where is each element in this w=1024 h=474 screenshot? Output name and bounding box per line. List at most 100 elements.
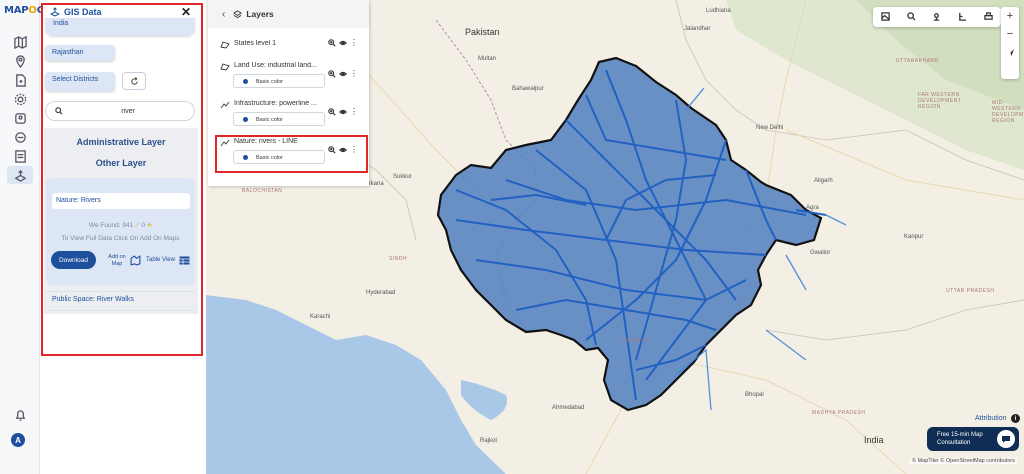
color-swatch (243, 79, 248, 84)
close-icon[interactable]: ✕ (181, 5, 191, 19)
layers-stack-icon (233, 9, 243, 18)
layer-color-picker[interactable]: Basic color (233, 74, 325, 88)
layer-name: Infrastructure: powerline ... (234, 100, 317, 107)
add-on-map-button[interactable]: Add on Map (106, 254, 128, 268)
more-options-icon[interactable]: ⋮ (350, 39, 358, 47)
color-swatch (243, 117, 248, 122)
layer-color-picker[interactable]: Basic color (233, 150, 325, 164)
print-icon[interactable] (983, 11, 993, 23)
map-icon[interactable] (11, 33, 29, 51)
other-layer-heading[interactable]: Other Layer (44, 158, 198, 168)
polygon-icon (220, 63, 230, 71)
divider (45, 310, 195, 311)
location-icon[interactable] (11, 52, 29, 70)
icon-rail: MAPOG A (0, 0, 45, 474)
search-icon (55, 107, 63, 115)
search-icon[interactable] (907, 11, 916, 23)
avatar[interactable]: A (11, 433, 25, 447)
public-space-item[interactable]: Public Space: River Walks (52, 296, 134, 303)
location-pin-icon[interactable] (932, 12, 941, 23)
layers-panel: ‹ Layers States level 1 ⋮ Land Use: indu… (208, 0, 369, 186)
color-swatch (243, 155, 248, 160)
administrative-layer-heading[interactable]: Administrative Layer (44, 137, 198, 147)
map-label-karachi: Karachi (310, 314, 331, 320)
map-label-sukkur: Sukkur (393, 174, 412, 180)
table-view-button[interactable]: Table View (146, 257, 204, 269)
map-toolbar (873, 7, 1001, 27)
layer-row[interactable]: Infrastructure: powerline ... ⋮ Basic co… (220, 99, 366, 131)
map-label-ahmedabad: Ahmedabad (552, 405, 585, 411)
line-icon (220, 139, 230, 147)
more-options-icon[interactable]: ⋮ (350, 108, 358, 116)
eye-icon[interactable] (339, 39, 347, 47)
gis-data-icon[interactable] (7, 166, 33, 184)
select-districts-button[interactable]: Select Districts (45, 72, 115, 91)
divider (45, 291, 195, 292)
zoom-to-layer-icon[interactable] (328, 70, 336, 78)
reset-button[interactable] (122, 72, 146, 90)
info-icon[interactable]: i (1011, 414, 1020, 423)
analysis-icon[interactable] (11, 128, 29, 146)
eye-icon[interactable] (339, 108, 347, 116)
layer-row[interactable]: States level 1 ⋮ (220, 39, 366, 53)
eye-icon[interactable] (339, 70, 347, 78)
map-label-gwalior: Gwalior (810, 250, 831, 256)
back-icon[interactable]: ‹ (222, 9, 225, 20)
add-file-icon[interactable] (11, 71, 29, 89)
state-chip[interactable]: Rajasthan (45, 45, 115, 61)
map-label-uttar-pradesh: UTTAR PRADESH (946, 288, 995, 294)
report-icon[interactable] (11, 147, 29, 165)
map-label-pakistan: Pakistan (465, 27, 500, 37)
download-button[interactable]: Download (51, 251, 96, 269)
measure-icon[interactable] (958, 12, 967, 23)
layer-row[interactable]: Nature: rivers - LINE ⋮ Basic color (220, 137, 366, 169)
color-label: Basic color (256, 155, 283, 161)
add-on-map-hint: To View Full Data Click On Add On Maps (61, 235, 180, 242)
zoom-to-layer-icon[interactable] (328, 39, 336, 47)
compass-icon (1006, 48, 1014, 56)
notification-icon[interactable] (11, 406, 29, 424)
refresh-icon (130, 76, 138, 85)
map-label-bahawalpur: Bahawalpur (512, 86, 544, 92)
compass-button[interactable] (1001, 43, 1019, 61)
layers-header: ‹ Layers (208, 0, 369, 28)
zoom-in-button[interactable]: + (1001, 7, 1019, 25)
map-label-ludhiana: Ludhiana (706, 8, 731, 14)
map-label-gujarat: GUJARAT (622, 338, 649, 344)
table-icon[interactable] (179, 256, 190, 267)
layer-name: States level 1 (234, 40, 277, 47)
more-options-icon[interactable]: ⋮ (350, 70, 358, 78)
panel-title: GIS Data (64, 7, 102, 17)
add-map-icon[interactable] (130, 255, 141, 268)
result-layer-name[interactable]: Nature: Rivers (52, 193, 190, 209)
map-label-hyderabad: Hyderabad (366, 290, 396, 296)
map-label-kanpur: Kanpur (904, 234, 924, 240)
layer-name: Nature: rivers - LINE (234, 138, 298, 145)
settings-icon[interactable] (11, 90, 29, 108)
zoom-to-layer-icon[interactable] (328, 108, 336, 116)
line-icon (220, 101, 230, 109)
map-label-rajkot: Rajkot (480, 438, 498, 444)
result-card: Nature: Rivers We Found: 941 ⟋ 0 ☆ To Vi… (46, 178, 195, 285)
layer-row[interactable]: Land Use: industrial land... ⋮ Basic col… (220, 61, 366, 93)
attribution-link[interactable]: Attribution (975, 415, 1007, 422)
map-label-agra: Agra (806, 205, 819, 211)
consultation-button[interactable]: Free 15-min Map Consultation (927, 427, 1019, 451)
map-label-new-delhi: New Delhi (756, 125, 784, 131)
map-view-icon[interactable] (881, 11, 891, 23)
map-label-mid-western: MID-WESTERN DEVELOPMENT REGION (992, 100, 1024, 124)
layer-color-picker[interactable]: Basic color (233, 112, 325, 126)
polygon-icon (220, 41, 230, 49)
line-icon: ⟋ (135, 222, 140, 229)
map-label-sindh: SINDH (389, 256, 408, 262)
map-label-jalandhar: Jalandhar (684, 26, 711, 32)
map-label-far-western: FAR WESTERN DEVELOPMENT REGION (918, 92, 962, 110)
search-input[interactable] (68, 105, 188, 118)
zoom-out-button[interactable]: − (1001, 25, 1019, 43)
layers-icon[interactable] (11, 109, 29, 127)
zoom-to-layer-icon[interactable] (328, 146, 336, 154)
layers-title: Layers (246, 9, 274, 19)
gis-data-panel: India GIS Data ✕ Rajasthan Select Distri… (41, 0, 206, 474)
more-options-icon[interactable]: ⋮ (350, 146, 358, 154)
eye-icon[interactable] (339, 146, 347, 154)
